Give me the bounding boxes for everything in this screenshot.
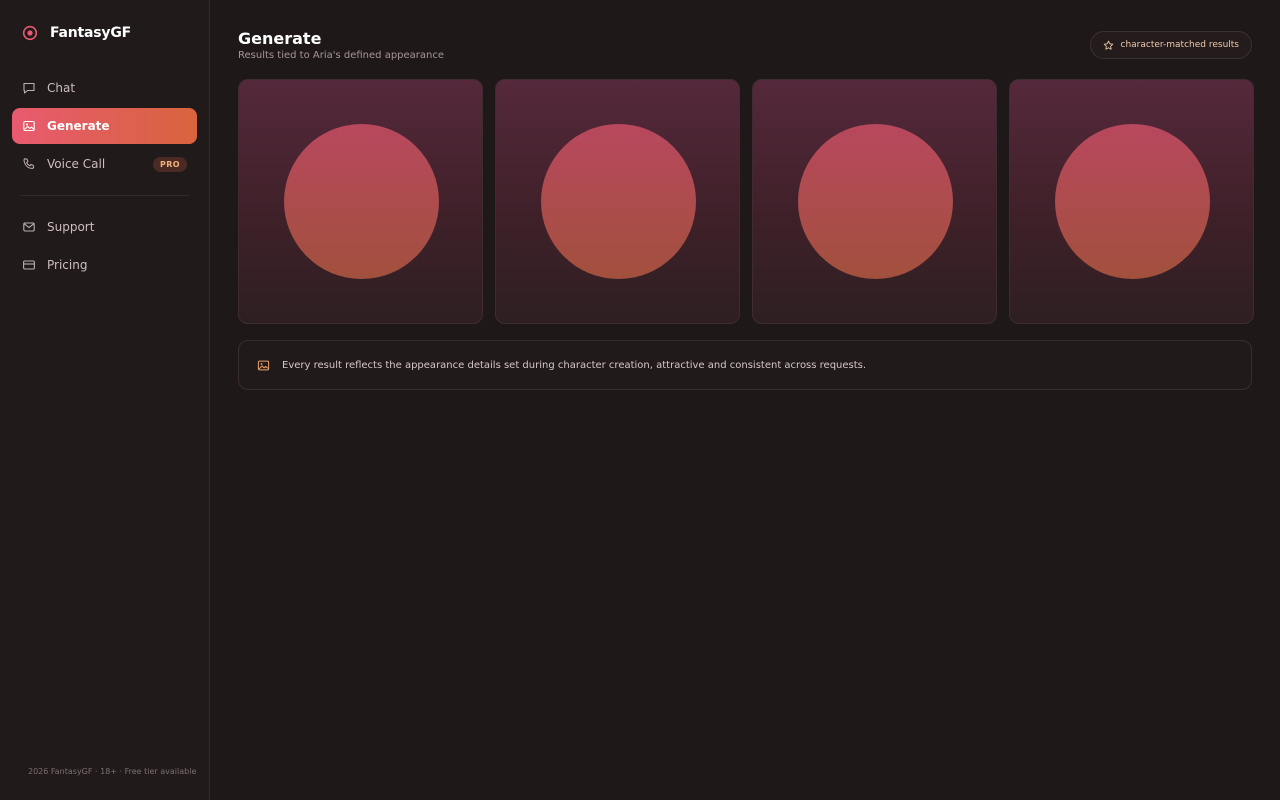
result-placeholder-orb — [1055, 124, 1210, 279]
sidebar-nav: Chat Generate Voice Call PRO Support Pri… — [12, 70, 197, 285]
sidebar-item-chat[interactable]: Chat — [12, 70, 197, 106]
sidebar-item-label: Voice Call — [47, 157, 106, 171]
sidebar-item-label: Support — [47, 220, 95, 234]
star-icon — [1103, 40, 1113, 50]
result-card[interactable] — [238, 79, 483, 324]
badge-label: character-matched results — [1120, 40, 1240, 50]
sidebar-item-label: Pricing — [47, 258, 88, 272]
result-card[interactable] — [752, 79, 997, 324]
result-placeholder-orb — [798, 124, 953, 279]
sidebar-item-label: Generate — [47, 119, 110, 133]
sidebar-item-support[interactable]: Support — [12, 209, 197, 245]
sidebar: FantasyGF Chat Generate Voice Call PRO S… — [0, 0, 210, 800]
brand[interactable]: FantasyGF — [22, 25, 131, 41]
image-icon — [257, 360, 270, 370]
brand-name: FantasyGF — [50, 25, 132, 41]
pro-badge: PRO — [152, 156, 187, 172]
sidebar-item-voice-call[interactable]: Voice Call PRO — [12, 146, 197, 182]
image-icon — [23, 120, 35, 132]
result-placeholder-orb — [541, 124, 696, 279]
page-title: Generate — [238, 29, 322, 48]
phone-icon — [23, 158, 35, 169]
results-grid — [238, 79, 1254, 324]
app-root: FantasyGF Chat Generate Voice Call PRO S… — [0, 0, 1280, 800]
main-content: Generate Results tied to Aria's defined … — [210, 0, 1280, 800]
chat-icon — [23, 82, 35, 94]
info-text: Every result reflects the appearance det… — [282, 359, 867, 371]
result-card[interactable] — [495, 79, 740, 324]
sidebar-item-generate[interactable]: Generate — [12, 108, 197, 144]
sidebar-item-pricing[interactable]: Pricing — [12, 247, 197, 283]
result-placeholder-orb — [284, 124, 439, 279]
card-icon — [23, 260, 35, 270]
sidebar-item-label: Chat — [47, 81, 76, 95]
character-matched-badge: character-matched results — [1089, 31, 1252, 59]
sidebar-divider — [20, 195, 189, 196]
page-subtitle: Results tied to Aria's defined appearanc… — [238, 50, 445, 61]
brand-logo-icon — [22, 25, 38, 41]
info-notice: Every result reflects the appearance det… — [238, 340, 1252, 390]
sidebar-footer: 2026 FantasyGF · 18+ · Free tier availab… — [28, 767, 197, 776]
mail-icon — [23, 222, 35, 232]
result-card[interactable] — [1009, 79, 1254, 324]
